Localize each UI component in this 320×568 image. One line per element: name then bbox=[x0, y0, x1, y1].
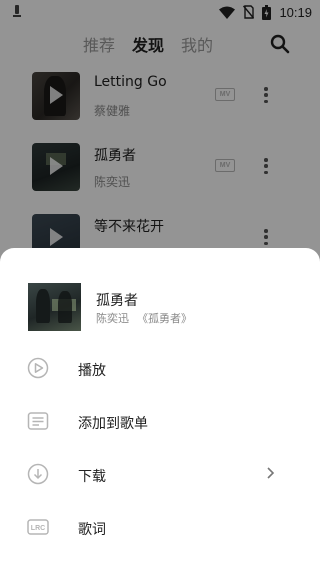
action-add-to-playlist[interactable]: 添加到歌单 bbox=[0, 401, 320, 449]
action-play[interactable]: 播放 bbox=[0, 348, 320, 396]
playlist-add-icon bbox=[27, 412, 49, 430]
download-icon bbox=[27, 463, 49, 485]
sheet-song-album: 《孤勇者》 bbox=[137, 312, 192, 325]
action-download-label: 下载 bbox=[78, 469, 106, 485]
sheet-song-title: 孤勇者 bbox=[96, 293, 138, 309]
sheet-album-cover bbox=[28, 283, 81, 331]
action-play-label: 播放 bbox=[78, 363, 106, 379]
action-download[interactable]: 下载 bbox=[0, 454, 320, 502]
sheet-song-artist: 陈奕迅 bbox=[96, 312, 129, 325]
lyrics-badge-text: LRC bbox=[31, 525, 45, 532]
chevron-right-icon bbox=[267, 467, 275, 479]
action-lyrics[interactable]: LRC 歌词 bbox=[0, 507, 320, 555]
action-lyrics-label: 歌词 bbox=[78, 522, 106, 538]
action-add-to-playlist-label: 添加到歌单 bbox=[78, 416, 148, 432]
sheet-song-header: 孤勇者 陈奕迅 《孤勇者》 bbox=[0, 248, 320, 340]
lyrics-icon: LRC bbox=[27, 519, 49, 535]
play-circle-icon bbox=[27, 357, 49, 379]
song-actions-sheet: 孤勇者 陈奕迅 《孤勇者》 播放 添加到歌单 下载 LRC 歌词 bbox=[0, 248, 320, 568]
sheet-song-subtitle: 陈奕迅 《孤勇者》 bbox=[96, 310, 192, 326]
